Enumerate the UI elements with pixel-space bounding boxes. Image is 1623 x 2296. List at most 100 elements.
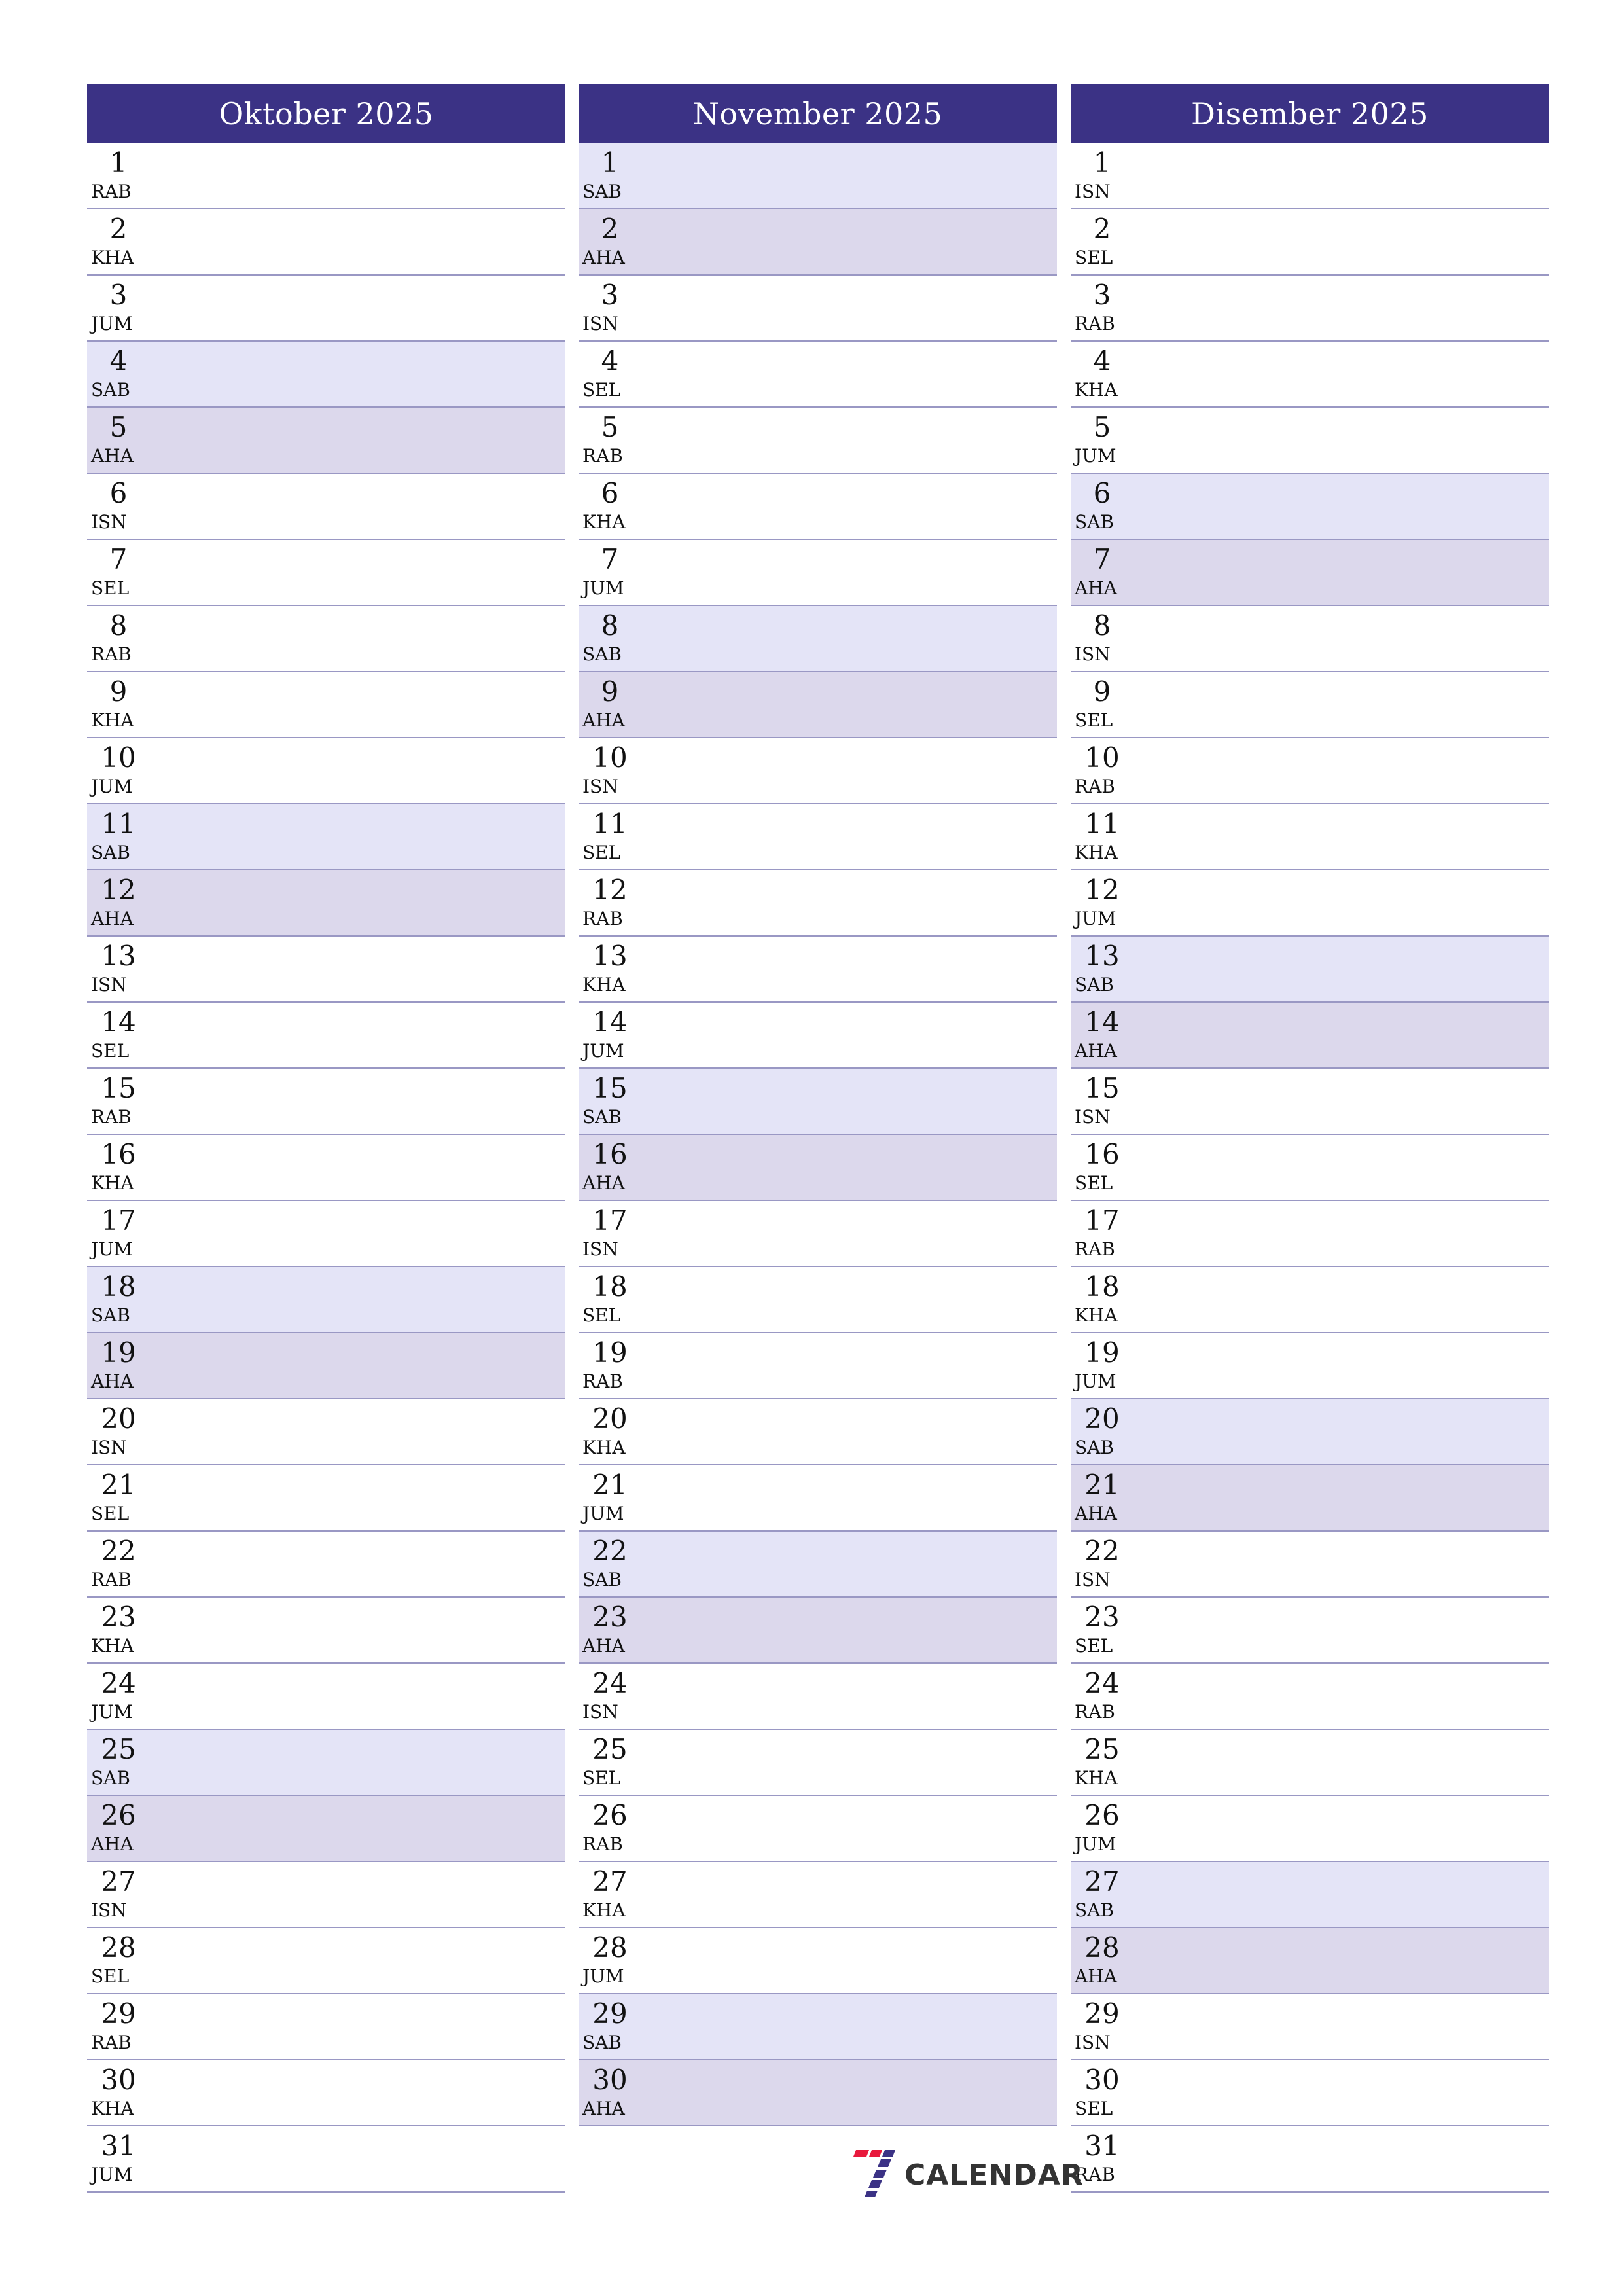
- day-row: 14 JUM: [579, 1003, 1057, 1069]
- day-number: 22: [1084, 1535, 1120, 1567]
- weekday-label: RAB: [582, 445, 623, 467]
- weekday-label: ISN: [1075, 1106, 1111, 1128]
- day-row: 10 RAB: [1071, 738, 1549, 804]
- weekday-label: SEL: [91, 1965, 130, 1987]
- day-row: 29 ISN: [1071, 1994, 1549, 2060]
- day-number: 10: [101, 742, 136, 774]
- day-row: 13 KHA: [579, 937, 1057, 1003]
- day-row: 16 SEL: [1071, 1135, 1549, 1201]
- day-list: 1 ISN 2 SEL 3 RAB 4 KHA 5 JUM 6 SAB 7 AHA 8 ISN 9 SEL 10 RA…: [1071, 143, 1549, 2193]
- day-number: 27: [1084, 1865, 1120, 1897]
- weekday-label: SAB: [91, 842, 130, 863]
- day-number: 23: [101, 1601, 136, 1633]
- weekday-label: AHA: [1075, 1503, 1117, 1524]
- weekday-label: KHA: [91, 709, 134, 731]
- day-row: 20 ISN: [87, 1399, 565, 1465]
- day-number: 19: [1084, 1336, 1120, 1369]
- weekday-label: SAB: [91, 1767, 130, 1789]
- day-row: 29 RAB: [87, 1994, 565, 2060]
- day-row: 31 RAB: [1071, 2126, 1549, 2193]
- weekday-label: RAB: [582, 1833, 623, 1855]
- day-row: 21 JUM: [579, 1465, 1057, 1532]
- month-header: Disember 2025: [1071, 84, 1549, 143]
- day-row: 23 SEL: [1071, 1598, 1549, 1664]
- day-row: 4 KHA: [1071, 342, 1549, 408]
- day-number: 23: [592, 1601, 628, 1633]
- day-number: 2: [109, 213, 128, 245]
- day-number: 5: [601, 411, 619, 443]
- weekday-label: RAB: [1075, 1701, 1115, 1723]
- day-list: 1 RAB 2 KHA 3 JUM 4 SAB 5 AHA 6 ISN 7 SEL 8 RAB 9 KHA 10 JU…: [87, 143, 565, 2193]
- weekday-label: AHA: [582, 247, 625, 268]
- weekday-label: SAB: [91, 1304, 130, 1326]
- weekday-label: RAB: [582, 908, 623, 929]
- day-number: 12: [592, 874, 628, 906]
- weekday-label: KHA: [582, 1899, 626, 1921]
- day-row: 26 RAB: [579, 1796, 1057, 1862]
- day-row: 17 ISN: [579, 1201, 1057, 1267]
- day-number: 30: [592, 2064, 628, 2096]
- day-number: 10: [1084, 742, 1120, 774]
- day-number: 1: [601, 147, 619, 179]
- day-number: 16: [101, 1138, 136, 1170]
- weekday-label: SEL: [1075, 247, 1113, 268]
- day-row: 8 SAB: [579, 606, 1057, 672]
- weekday-label: SEL: [91, 1503, 130, 1524]
- day-row: 27 KHA: [579, 1862, 1057, 1928]
- day-row: 28 SEL: [87, 1928, 565, 1994]
- day-row: 2 SEL: [1071, 209, 1549, 276]
- day-row: 2 AHA: [579, 209, 1057, 276]
- day-number: 31: [1084, 2130, 1120, 2162]
- weekday-label: RAB: [91, 643, 132, 665]
- weekday-label: KHA: [91, 1635, 134, 1657]
- day-number: 13: [592, 940, 628, 972]
- day-number: 3: [109, 279, 128, 311]
- day-number: 13: [1084, 940, 1120, 972]
- weekday-label: AHA: [582, 1172, 625, 1194]
- weekday-label: RAB: [582, 1371, 623, 1392]
- day-row: 22 SAB: [579, 1532, 1057, 1598]
- day-row: 7 AHA: [1071, 540, 1549, 606]
- day-row: 1 ISN: [1071, 143, 1549, 209]
- day-number: 15: [101, 1072, 136, 1104]
- weekday-label: KHA: [1075, 1767, 1118, 1789]
- day-number: 3: [1093, 279, 1111, 311]
- weekday-label: RAB: [1075, 1238, 1115, 1260]
- day-number: 21: [592, 1469, 628, 1501]
- day-row: 15 RAB: [87, 1069, 565, 1135]
- day-row: 27 SAB: [1071, 1862, 1549, 1928]
- day-number: 11: [101, 808, 136, 840]
- weekday-label: JUM: [91, 776, 133, 797]
- day-row: 12 AHA: [87, 870, 565, 937]
- weekday-label: ISN: [582, 1238, 618, 1260]
- weekday-label: JUM: [1075, 908, 1116, 929]
- day-row: 16 AHA: [579, 1135, 1057, 1201]
- day-number: 28: [1084, 1931, 1120, 1964]
- day-number: 10: [592, 742, 628, 774]
- day-number: 15: [1084, 1072, 1120, 1104]
- day-row: 25 SEL: [579, 1730, 1057, 1796]
- day-number: 12: [1084, 874, 1120, 906]
- day-number: 28: [101, 1931, 136, 1964]
- weekday-label: AHA: [91, 445, 134, 467]
- day-number: 24: [592, 1667, 628, 1699]
- day-number: 25: [1084, 1733, 1120, 1765]
- weekday-label: SEL: [582, 1767, 621, 1789]
- day-row: 26 JUM: [1071, 1796, 1549, 1862]
- day-row: 18 SAB: [87, 1267, 565, 1333]
- day-number: 22: [101, 1535, 136, 1567]
- day-row: 8 RAB: [87, 606, 565, 672]
- weekday-label: KHA: [91, 2098, 134, 2119]
- day-row: 19 AHA: [87, 1333, 565, 1399]
- weekday-label: AHA: [91, 908, 134, 929]
- day-number: 26: [592, 1799, 628, 1831]
- day-number: 14: [101, 1006, 136, 1038]
- weekday-label: ISN: [91, 1899, 127, 1921]
- day-number: 9: [1093, 675, 1111, 708]
- weekday-label: SEL: [582, 379, 621, 401]
- day-row: 20 SAB: [1071, 1399, 1549, 1465]
- day-row: 5 JUM: [1071, 408, 1549, 474]
- weekday-label: ISN: [1075, 1569, 1111, 1590]
- day-row: 6 ISN: [87, 474, 565, 540]
- weekday-label: ISN: [1075, 643, 1111, 665]
